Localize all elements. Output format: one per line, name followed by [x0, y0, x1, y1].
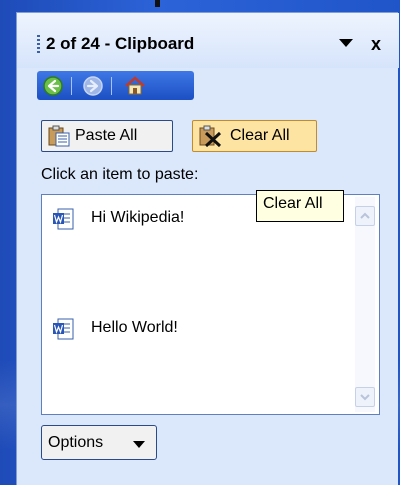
clipboard-items-list: Hi Wikipedia! Hello World! [41, 194, 380, 415]
clipboard-item-text: Hi Wikipedia! [91, 209, 185, 226]
desktop-artifact [155, 0, 160, 7]
forward-arrow-icon[interactable] [82, 75, 104, 97]
word-document-icon [52, 317, 76, 341]
nav-separator [111, 77, 112, 95]
clear-all-label: Clear All [230, 127, 290, 144]
pane-title: 2 of 24 - Clipboard [46, 34, 195, 53]
options-button[interactable]: Options [41, 425, 157, 460]
dropdown-arrow-icon[interactable] [339, 39, 353, 47]
scroll-down-button[interactable] [355, 387, 375, 407]
clipboard-item-text: Hello World! [91, 319, 178, 336]
paste-prompt: Click an item to paste: [41, 166, 199, 183]
home-icon[interactable] [124, 75, 146, 97]
navigation-bar [37, 71, 194, 100]
clear-all-button[interactable]: Clear All [192, 120, 317, 152]
task-pane-titlebar: 2 of 24 - Clipboard x [17, 13, 399, 68]
scroll-up-button[interactable] [355, 206, 375, 226]
back-arrow-icon[interactable] [42, 75, 64, 97]
drag-grip[interactable] [37, 35, 40, 55]
clear-all-tooltip: Clear All [256, 190, 344, 222]
word-document-icon [52, 207, 76, 231]
chevron-down-icon [133, 441, 145, 448]
scrollbar-track[interactable] [355, 197, 375, 412]
nav-separator [71, 77, 72, 95]
paste-icon [47, 125, 71, 147]
paste-all-label: Paste All [75, 127, 138, 144]
paste-all-button[interactable]: Paste All [41, 120, 173, 152]
close-button[interactable]: x [371, 34, 381, 55]
options-label: Options [48, 434, 104, 451]
clear-all-icon [198, 125, 222, 148]
